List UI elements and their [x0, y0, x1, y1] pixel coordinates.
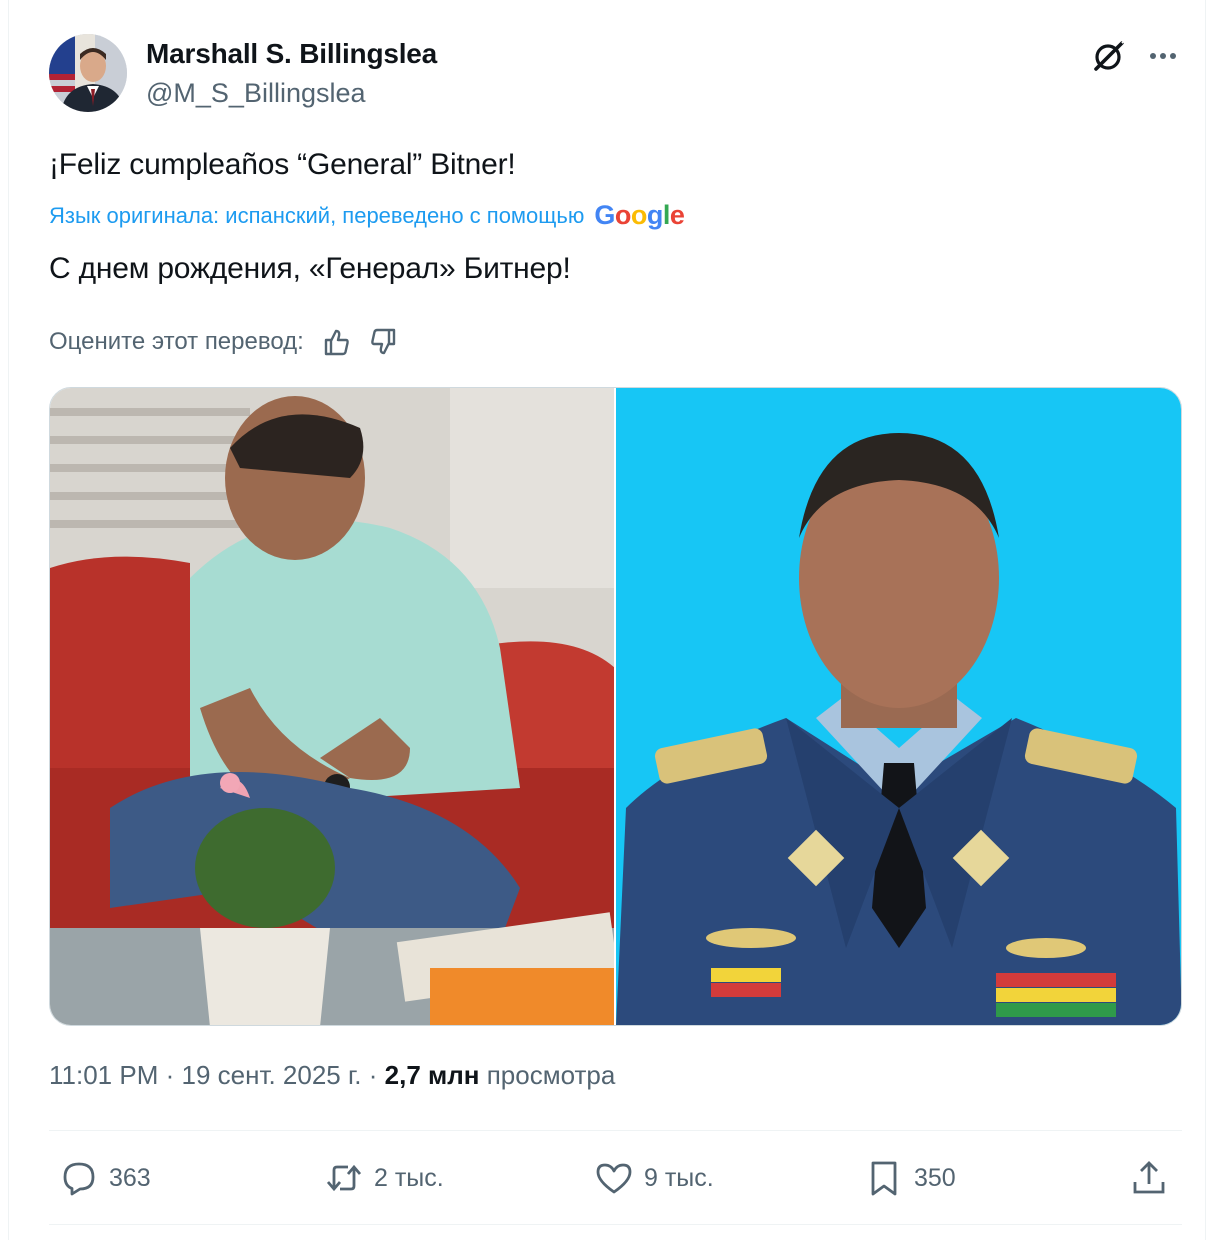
share-icon [1133, 1161, 1165, 1194]
thumbs-down-icon[interactable] [368, 326, 400, 358]
meta-separator: · [165, 1060, 182, 1090]
translation-notice: Язык оригинала: испанский, переведено с … [49, 200, 685, 231]
reply-icon [63, 1162, 95, 1196]
bookmark-icon [871, 1161, 897, 1196]
more-icon[interactable] [1145, 38, 1181, 74]
google-logo: Google [594, 200, 685, 230]
like-button[interactable]: 9 тыс. [594, 1158, 714, 1198]
thumbs-up-icon[interactable] [320, 326, 352, 358]
tweet-text: ¡Feliz cumpleaños “General” Bitner! [49, 148, 516, 181]
tweet-meta: 11:01 PM · 19 сент. 2025 г. · 2,7 млн пр… [49, 1060, 615, 1091]
share-button[interactable] [1129, 1158, 1179, 1198]
tweet-card: Marshall S. Billingslea @M_S_Billingslea… [8, 0, 1206, 1240]
rate-translation-label: Оцените этот перевод: [49, 328, 304, 355]
action-bar: 363 2 тыс. 9 тыс. 350 [49, 1150, 1182, 1210]
media-grid [49, 387, 1182, 1026]
reply-button[interactable]: 363 [59, 1158, 151, 1198]
reply-count: 363 [109, 1163, 151, 1192]
heart-icon [596, 1163, 632, 1194]
author-name[interactable]: Marshall S. Billingslea [146, 38, 437, 70]
author-handle[interactable]: @M_S_Billingslea [146, 78, 366, 109]
divider-top [49, 1130, 1182, 1131]
tweet-time[interactable]: 11:01 PM [49, 1060, 158, 1090]
photo-casual[interactable] [50, 388, 614, 1025]
photo-uniform[interactable] [616, 388, 1181, 1025]
repost-icon [326, 1164, 362, 1192]
grok-icon[interactable] [1091, 38, 1127, 74]
translated-text: С днем рождения, «Генерал» Битнер! [49, 252, 571, 285]
divider-bottom [49, 1224, 1182, 1225]
author-avatar[interactable] [49, 34, 127, 112]
meta-separator: · [368, 1060, 385, 1090]
views-label: просмотра [486, 1060, 616, 1090]
bookmark-count: 350 [914, 1163, 956, 1192]
repost-button[interactable]: 2 тыс. [324, 1158, 444, 1198]
rate-translation: Оцените этот перевод: [49, 326, 400, 358]
like-count: 9 тыс. [644, 1163, 714, 1192]
bookmark-button[interactable]: 350 [864, 1158, 956, 1198]
views-count[interactable]: 2,7 млн [385, 1060, 480, 1090]
repost-count: 2 тыс. [374, 1163, 444, 1192]
tweet-date[interactable]: 19 сент. 2025 г. [181, 1060, 361, 1090]
translation-notice-label: Язык оригинала: испанский, переведено с … [49, 202, 585, 228]
